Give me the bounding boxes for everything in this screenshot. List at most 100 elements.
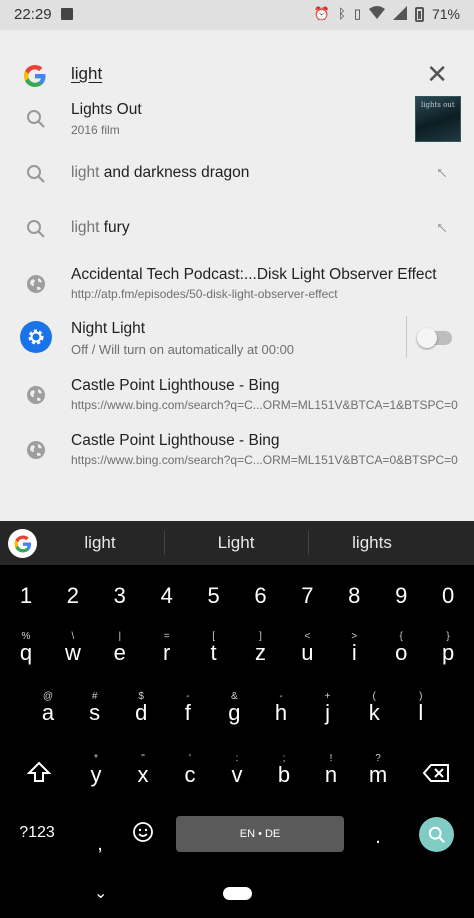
signal-icon [392,5,407,23]
thumbnail-caption: lights out [421,101,455,109]
space-key[interactable]: EN • DE [176,816,344,852]
key-label: a [41,700,55,725]
key-u[interactable]: < u [293,631,321,666]
key-v[interactable]: :v [223,753,251,788]
emoji-key-icon[interactable] [128,821,158,849]
hide-keyboard-chevron-down-icon[interactable]: ⌄ [94,883,107,903]
comma-key[interactable]: , [94,833,106,856]
suggestion-castle-point-lighthouse-2[interactable]: Castle Point Lighthouse - Bing https://w… [0,428,474,472]
keyboard-suggestion-1[interactable]: light [30,533,170,553]
shift-key-icon[interactable] [24,761,54,789]
period-key[interactable]: . [372,826,384,849]
suggestion-atp-podcast[interactable]: Accidental Tech Podcast:...Disk Light Ob… [0,262,474,306]
key-p[interactable]: } p [434,631,462,666]
key-label: 5 [207,583,220,608]
suggestion-url: https://www.bing.com/search?q=C...ORM=ML… [71,398,458,412]
key-m[interactable]: ? m [364,753,392,788]
key-x[interactable]: " x [129,753,157,788]
key-hint: ! [329,753,333,764]
close-icon[interactable]: ✕ [426,59,448,89]
key-3[interactable]: 3 [106,583,134,609]
key-d[interactable]: $ d [127,691,155,726]
key-o[interactable]: {o [387,631,415,666]
key-0[interactable]: 0 [434,583,462,609]
key-2[interactable]: 2 [59,583,87,609]
key-e[interactable]: | e [106,631,134,666]
key-7[interactable]: 7 [293,583,321,609]
key-j[interactable]: + j [314,691,342,726]
symbols-key[interactable]: ?123 [14,824,60,842]
keyboard-search-key-icon[interactable] [419,817,454,852]
key-label: r [163,640,171,665]
suggestion-subtitle: 2016 film [71,123,120,137]
key-s[interactable]: # s [81,691,109,726]
key-label: f [184,700,191,725]
key-label: b [277,762,291,787]
home-pill[interactable] [223,887,252,900]
suggestion-title: Night Light [71,320,146,337]
suggestion-title: Lights Out [71,101,142,118]
key-label: y [90,762,102,787]
key-label: w [64,640,81,665]
suggestion-lights-out[interactable]: Lights Out 2016 film lights out [0,96,474,152]
suggestion-light-fury[interactable]: light fury ↑ [0,211,474,247]
night-light-toggle[interactable] [417,328,452,348]
key-i[interactable]: > i [340,631,368,666]
key-a[interactable]: @ a [34,691,62,726]
key-label: v [231,762,243,787]
key-label: m [368,762,388,787]
movie-thumbnail: lights out [415,96,461,142]
wifi-icon [368,6,385,22]
status-time: 22:29 [14,6,52,23]
key-b[interactable]: ; b [270,753,298,788]
key-t[interactable]: [t [200,631,228,666]
fill-query-arrow-icon[interactable]: ↑ [431,162,452,183]
key-hint: { [399,631,403,642]
key-w[interactable]: \ w [59,631,87,666]
key-r[interactable]: = r [153,631,181,666]
key-hint: : [235,753,239,764]
key-label: 0 [441,583,455,608]
key-label: 6 [254,583,267,608]
backspace-key-icon[interactable] [420,763,452,789]
alarm-icon: ⏰ [313,6,330,21]
suggestion-castle-point-lighthouse-1[interactable]: Castle Point Lighthouse - Bing https://w… [0,373,474,417]
key-label: n [324,762,338,787]
key-hint: > [351,631,358,642]
search-suggestions-panel: light ✕ Lights Out 2016 film lights out … [0,30,474,521]
key-f[interactable]: -f [174,691,202,726]
key-5[interactable]: 5 [200,583,228,609]
key-n[interactable]: ! n [317,753,345,788]
fill-query-arrow-icon[interactable]: ↑ [431,217,452,238]
key-4[interactable]: 4 [153,583,181,609]
keyboard-suggestion-2[interactable]: Light [166,533,306,553]
key-6[interactable]: 6 [247,583,275,609]
key-label: i [351,640,357,665]
suggestion-title: Castle Point Lighthouse - Bing [71,377,280,394]
key-9[interactable]: 9 [387,583,415,609]
suggestion-night-light-setting[interactable]: Night Light Off / Will turn on automatic… [0,315,474,361]
search-query-text[interactable]: light [71,64,102,84]
key-y[interactable]: * y [82,753,110,788]
suggestion-url: http://atp.fm/episodes/50-disk-light-obs… [71,287,338,301]
google-logo-icon [22,63,48,89]
key-k[interactable]: (k [360,691,388,726]
key-c[interactable]: ' c [176,753,204,788]
keyboard: light Light lights ?123 , EN • DE . ⌄ 12… [0,521,474,918]
suggestion-light-and-darkness-dragon[interactable]: light and darkness dragon ↑ [0,156,474,192]
key-1[interactable]: 1 [12,583,40,609]
key-l[interactable]: ) l [407,691,435,726]
key-g[interactable]: & g [220,691,248,726]
key-8[interactable]: 8 [340,583,368,609]
key-z[interactable]: ] z [247,631,275,666]
keyboard-suggestion-3[interactable]: lights [302,533,442,553]
suggestion-title: Castle Point Lighthouse - Bing [71,432,280,449]
key-q[interactable]: % q [12,631,40,666]
key-label: d [135,700,148,725]
key-label: l [418,700,424,725]
key-hint: [ [212,631,215,642]
status-bar: 22:29 ⏰ ᛒ ▯ 71% [0,0,474,30]
key-label: s [89,700,101,725]
key-hint: < [304,631,311,642]
key-h[interactable]: -h [267,691,295,726]
